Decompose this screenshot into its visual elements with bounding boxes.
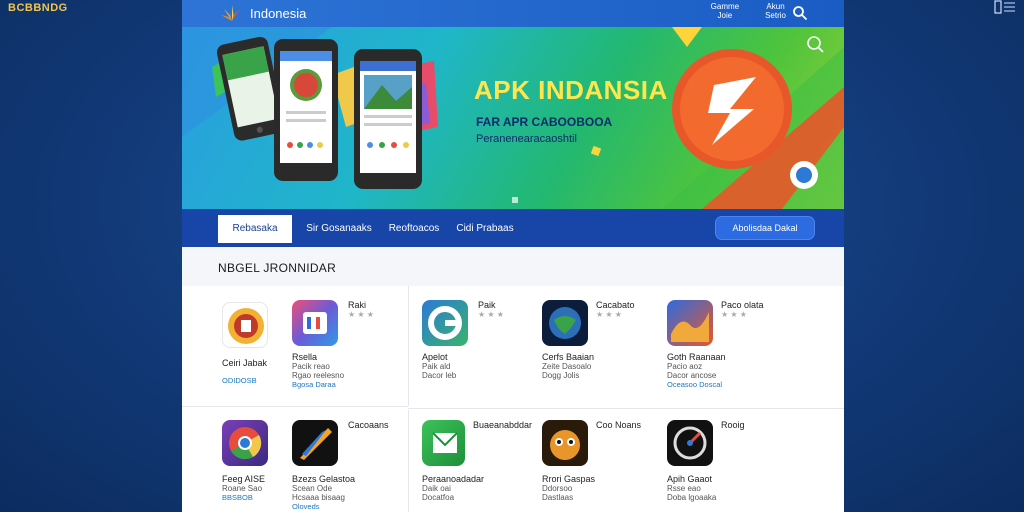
banner-title: APK INDANSIA: [474, 75, 668, 105]
app-icon-globe: [542, 300, 588, 346]
list-item[interactable]: Cacoaans Bzezs Gelastoa Scean Ode Hcsaaa…: [292, 420, 402, 511]
divider: [408, 286, 409, 406]
tab-reoftoacos[interactable]: Reoftoacos: [382, 215, 446, 243]
list-item[interactable]: Raki ★ ★ ★ Rsella Pacik reao Rgao reeles…: [292, 300, 402, 389]
corner-label: BCBBNDG: [8, 2, 68, 14]
nav-item-account[interactable]: Akun Setrio: [765, 2, 786, 20]
nav-item-games[interactable]: Gamme Joie: [711, 2, 739, 20]
banner-tagline: Peranenearacaoshtil: [476, 133, 577, 145]
tab-cidi-prabaas[interactable]: Cidi Prabaas: [450, 215, 520, 243]
tab-rebasaka[interactable]: Rebasaka: [218, 215, 292, 243]
app-icon-feather: [292, 420, 338, 466]
category-tabbar: Rebasaka Sir Gosanaaks Reoftoacos Cidi P…: [182, 209, 844, 247]
app-icon-wave: [667, 300, 713, 346]
divider: [408, 408, 844, 409]
list-item[interactable]: Cacabato ★ ★ ★ Cerfs Baaian Zeite Dasoal…: [542, 300, 652, 380]
brand-logo-icon[interactable]: [220, 3, 244, 23]
app-icon-chrome: [222, 420, 268, 466]
top-header: Indonesia Gamme Joie Akun Setrio: [182, 0, 844, 27]
list-item[interactable]: Feeg AISE Roane Sao BBSBOB: [222, 420, 282, 502]
list-item[interactable]: Coo Noans Rrori Gaspas Ddorsoo Dastlaas: [542, 420, 652, 502]
tab-sir-gosanaaks[interactable]: Sir Gosanaaks: [302, 215, 376, 243]
app-icon-g: [422, 300, 468, 346]
banner-subtitle: FAR APR CABOOBOOA: [476, 115, 613, 129]
hero-banner[interactable]: APK INDANSIA FAR APR CABOOBOOA Peranenea…: [182, 27, 844, 209]
header-nav: Gamme Joie Akun Setrio: [711, 2, 786, 20]
app-icon-robot: [542, 420, 588, 466]
list-item[interactable]: Paik ★ ★ ★ Apelot Paik ald Dacor leb: [422, 300, 532, 380]
list-item[interactable]: Ceiri Jabak ODIDOSB: [222, 302, 282, 385]
download-cta-button[interactable]: Abolisdaa Dakal: [716, 217, 814, 239]
list-item[interactable]: Buaeanabddar Peraanoadadar Daik oai Doca…: [422, 420, 532, 502]
app-grid: Ceiri Jabak ODIDOSB Raki ★ ★ ★ Rsella Pa…: [182, 286, 844, 512]
divider: [408, 410, 409, 512]
app-icon-dial: [667, 420, 713, 466]
divider: [182, 406, 408, 407]
reader-icon[interactable]: [994, 0, 1016, 17]
section-title: NBGEL JRONNIDAR: [218, 261, 337, 275]
app-icon-calendar: [292, 300, 338, 346]
search-icon[interactable]: [792, 5, 808, 21]
list-item[interactable]: Paco olata ★ ★ ★ Goth Raanaan Pacio aoz …: [667, 300, 782, 389]
app-store-page: Indonesia Gamme Joie Akun Setrio APK IND…: [182, 0, 844, 512]
app-icon-mail: [422, 420, 465, 466]
brand-name[interactable]: Indonesia: [250, 6, 306, 21]
list-item[interactable]: Rooig Apih Gaaot Rsse eao Doba lgoaaka: [667, 420, 782, 502]
app-icon-bag: [222, 302, 268, 348]
